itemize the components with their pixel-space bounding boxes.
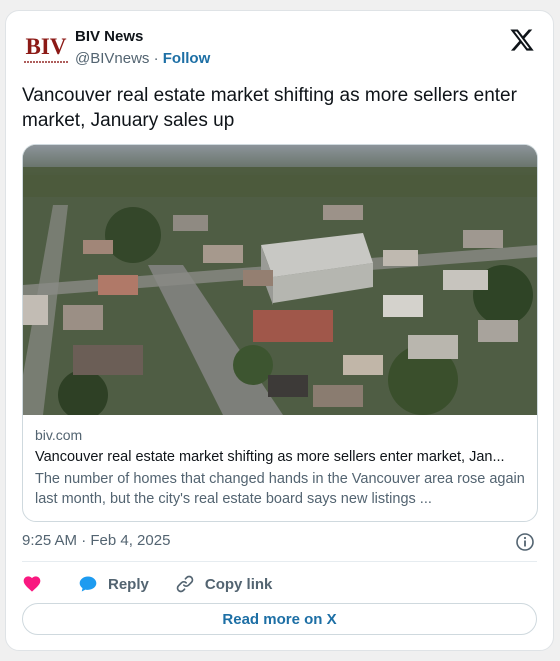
link-domain: biv.com xyxy=(35,427,83,443)
author-name[interactable]: BIV News xyxy=(75,28,143,45)
link-preview-card[interactable]: biv.com Vancouver real estate market shi… xyxy=(22,144,538,522)
embedded-tweet-card: BIV BIV News @BIVnews · Follow Vancouver… xyxy=(5,10,554,651)
divider xyxy=(22,561,537,562)
action-bar: Reply Copy link xyxy=(22,569,298,599)
separator-dot: · xyxy=(153,50,159,67)
avatar-logo-text: BIV xyxy=(25,33,67,59)
tweet-timestamp[interactable]: 9:25 AM · Feb 4, 2025 xyxy=(22,532,170,549)
x-logo-icon[interactable] xyxy=(509,27,535,53)
heart-icon xyxy=(23,576,41,592)
author-handle[interactable]: @BIVnews xyxy=(75,50,149,67)
follow-button[interactable]: Follow xyxy=(163,50,211,67)
info-icon[interactable] xyxy=(515,532,535,552)
copy-link-button[interactable]: Copy link xyxy=(175,574,273,594)
avatar-tagline-decoration xyxy=(24,60,68,63)
read-more-button[interactable]: Read more on X xyxy=(22,603,537,635)
copy-link-label: Copy link xyxy=(204,575,273,593)
aerial-neighbourhood-photo xyxy=(23,145,537,415)
tweet-text: Vancouver real estate market shifting as… xyxy=(22,85,517,131)
link-title[interactable]: Vancouver real estate market shifting as… xyxy=(35,449,525,465)
reply-button[interactable]: Reply xyxy=(78,574,149,594)
author-avatar[interactable]: BIV xyxy=(24,31,68,67)
link-meta: biv.com Vancouver real estate market shi… xyxy=(35,427,525,509)
reply-bubble-icon xyxy=(79,576,97,592)
link-description: The number of homes that changed hands i… xyxy=(35,471,525,507)
link-chain-icon xyxy=(176,575,194,593)
author-handle-line: @BIVnews · Follow xyxy=(75,50,210,67)
tweet-header: BIV BIV News @BIVnews · Follow xyxy=(22,27,537,71)
like-button[interactable] xyxy=(22,574,52,594)
reply-label: Reply xyxy=(108,575,149,593)
